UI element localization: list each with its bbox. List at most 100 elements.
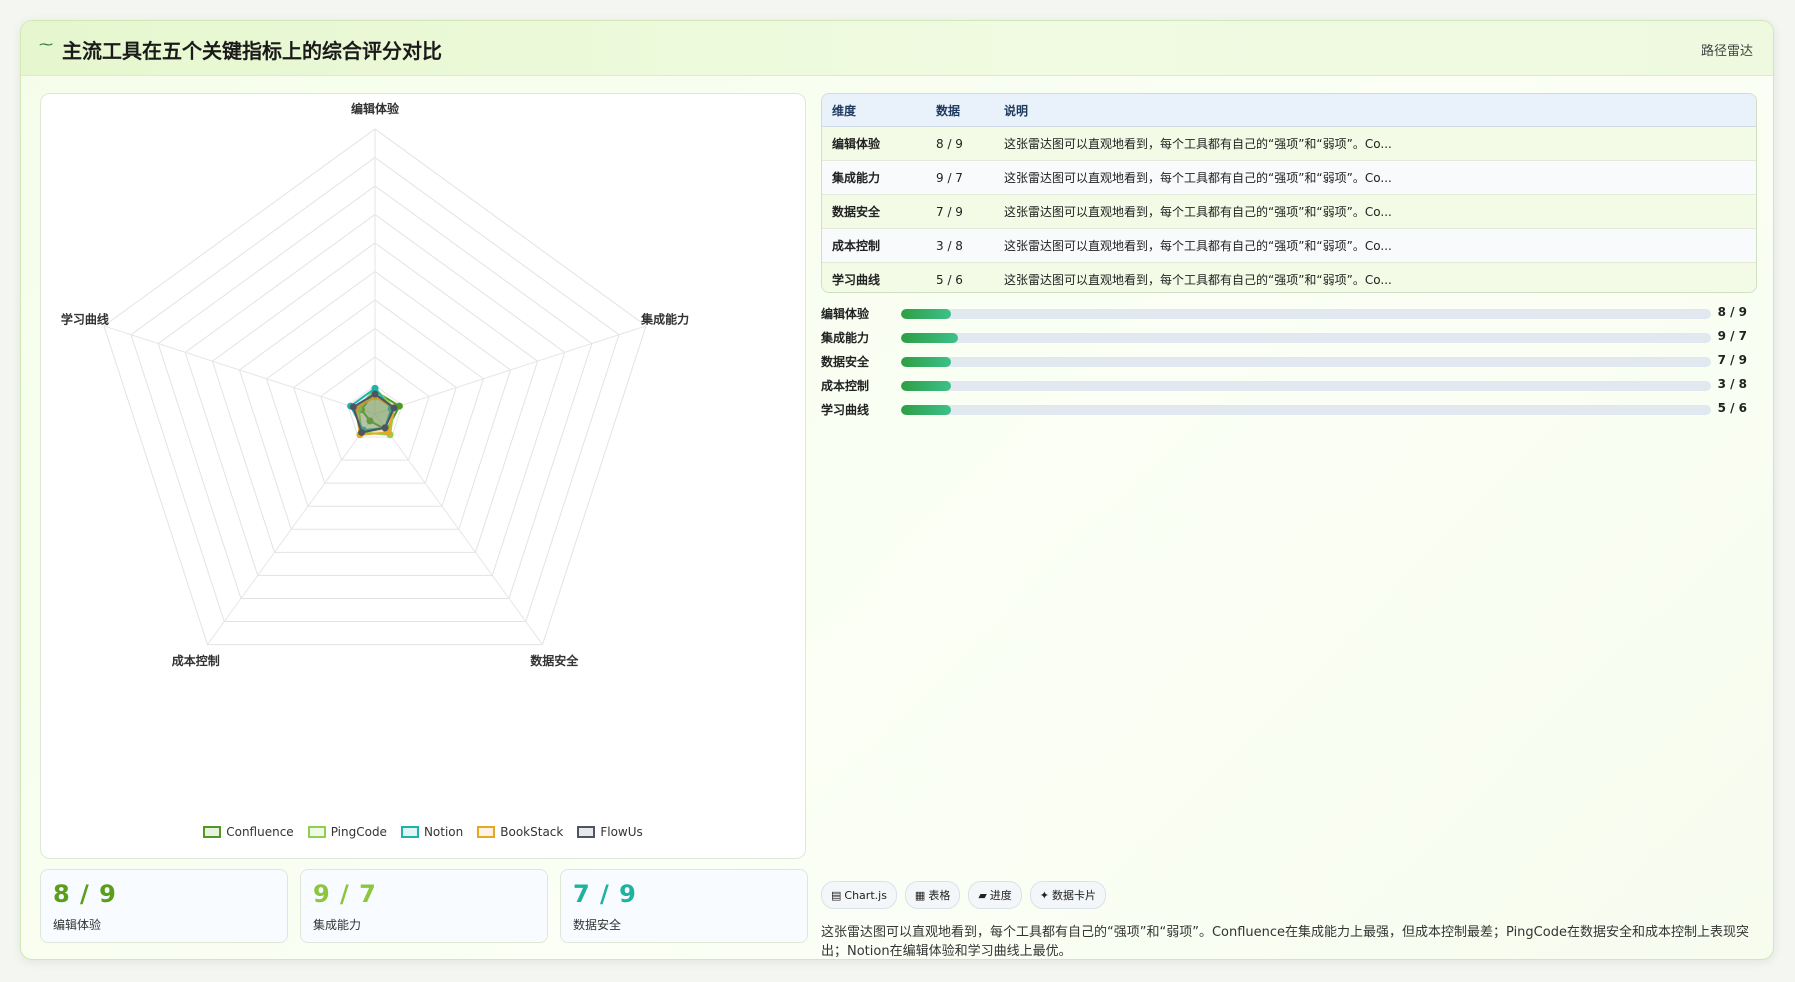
data-point[interactable] xyxy=(349,403,357,411)
stat-card: 8 / 9 编辑体验 xyxy=(40,869,288,943)
data-point[interactable] xyxy=(381,424,389,432)
axis-label: 学习曲线 xyxy=(61,312,109,327)
legend-label: PingCode xyxy=(330,825,387,839)
stat-cards: 8 / 9 编辑体验 9 / 7 集成能力 7 / 9 数据安全 xyxy=(40,869,808,943)
progress-fill xyxy=(901,381,952,391)
cell-data: 8 / 9 xyxy=(926,126,994,161)
chip-progress[interactable]: ▰ 进度 xyxy=(968,881,1022,909)
legend-swatch xyxy=(400,826,419,838)
stat-label: 集成能力 xyxy=(313,918,362,932)
table-row: 数据安全 7 / 9 这张雷达图可以直观地看到，每个工具都有自己的“强项”和“弱项”… xyxy=(822,194,1756,229)
legend-item[interactable]: Confluence xyxy=(203,822,294,842)
table-icon: ▦ xyxy=(914,888,926,902)
legend-label: BookStack xyxy=(500,825,564,839)
wave-icon: ⁓ xyxy=(39,37,53,53)
progress-fill xyxy=(901,357,952,367)
data-point[interactable] xyxy=(390,404,398,412)
legend-swatch xyxy=(307,826,326,838)
stat-label: 数据安全 xyxy=(573,918,622,932)
axis-label: 编辑体验 xyxy=(350,101,400,116)
legend-item[interactable]: FlowUs xyxy=(577,822,643,842)
stat-card: 7 / 9 数据安全 xyxy=(560,869,808,943)
chip-label: 进度 xyxy=(989,889,1012,902)
progress-value: 3 / 8 xyxy=(1717,377,1747,391)
progress-value: 5 / 6 xyxy=(1717,401,1747,415)
progress-fill xyxy=(901,405,952,415)
cell-data: 5 / 6 xyxy=(926,262,994,292)
chip-label: 数据卡片 xyxy=(1052,889,1097,902)
table-row: 成本控制 3 / 8 这张雷达图可以直观地看到，每个工具都有自己的“强项”和“弱项”… xyxy=(822,228,1756,263)
progress-row: 数据安全 7 / 9 xyxy=(821,351,1755,375)
progress-icon: ▰ xyxy=(978,888,987,902)
cell-description: 这张雷达图可以直观地看到，每个工具都有自己的“强项”和“弱项”。Co... xyxy=(994,160,1756,195)
cell-dimension: 集成能力 xyxy=(822,160,926,195)
chip-label: 表格 xyxy=(928,889,951,902)
chip-label: Chart.js xyxy=(844,888,887,902)
progress-row: 编辑体验 8 / 9 xyxy=(821,303,1755,327)
progress-fill xyxy=(901,333,958,343)
stat-value: 7 / 9 xyxy=(573,880,637,908)
chip-card[interactable]: ✦ 数据卡片 xyxy=(1029,881,1107,909)
header: ⁓ 主流工具在五个关键指标上的综合评分对比 路径雷达 xyxy=(21,21,1773,76)
summary-note: 这张雷达图可以直观地看到，每个工具都有自己的“强项”和“弱项”。Confluen… xyxy=(821,925,1749,959)
stat-value: 9 / 7 xyxy=(313,880,377,908)
legend-label: FlowUs xyxy=(600,825,643,839)
cell-description: 这张雷达图可以直观地看到，每个工具都有自己的“强项”和“弱项”。Co... xyxy=(994,194,1756,229)
chip-chart[interactable]: ▤ Chart.js xyxy=(821,881,897,909)
cell-data: 3 / 8 xyxy=(926,228,994,263)
chip-table[interactable]: ▦ 表格 xyxy=(904,881,961,909)
data-table: 维度 数据 说明 编辑体验 8 / 9 这张雷达图可以直观地看到，每个工具都有自己的… xyxy=(821,93,1757,293)
data-point[interactable] xyxy=(371,390,379,398)
legend-label: Notion xyxy=(423,825,464,839)
stat-card: 9 / 7 集成能力 xyxy=(300,869,548,943)
progress-fill xyxy=(901,309,952,319)
table-row: 编辑体验 8 / 9 这张雷达图可以直观地看到，每个工具都有自己的“强项”和“弱项”… xyxy=(822,126,1756,161)
progress-row: 集成能力 9 / 7 xyxy=(821,327,1755,351)
chart-type-label: 路径雷达 xyxy=(1700,44,1753,59)
legend-label: Confluence xyxy=(226,825,294,839)
cell-data: 7 / 9 xyxy=(926,194,994,229)
progress-track xyxy=(901,405,1711,415)
progress-list: 编辑体验 8 / 9 集成能力 9 / 7 数据安全 7 / 9 成本控制 3 / 8 学习曲线… xyxy=(821,303,1755,423)
radar-chart: 编辑体验集成能力数据安全 成本控制 学习曲线 xyxy=(61,101,689,668)
cell-description: 这张雷达图可以直观地看到，每个工具都有自己的“强项”和“弱项”。Co... xyxy=(994,262,1756,292)
legend-item[interactable]: PingCode xyxy=(307,822,387,842)
legend-item[interactable]: Notion xyxy=(400,822,464,842)
cell-description: 这张雷达图可以直观地看到，每个工具都有自己的“强项”和“弱项”。Co... xyxy=(994,228,1756,263)
progress-row: 学习曲线 5 / 6 xyxy=(821,399,1755,423)
cell-dimension: 成本控制 xyxy=(822,228,926,263)
radar-chart-panel: 编辑体验 集成能力 数据安全 成本控制 学习曲线 Confluence PingCode N… xyxy=(40,93,806,859)
column-header-description: 说明 xyxy=(994,94,1756,127)
progress-track xyxy=(901,357,1711,367)
stat-label: 编辑体验 xyxy=(53,918,102,932)
cell-data: 9 / 7 xyxy=(926,160,994,195)
legend-swatch xyxy=(203,826,222,838)
progress-label: 成本控制 xyxy=(821,379,870,393)
legend-swatch xyxy=(577,826,596,838)
chart-legend: Confluence PingCode Notion BookStack FlowUs xyxy=(41,822,805,842)
table-row: 集成能力 9 / 7 这张雷达图可以直观地看到，每个工具都有自己的“强项”和“弱项”… xyxy=(822,160,1756,195)
cell-dimension: 编辑体验 xyxy=(822,126,926,161)
card-icon: ✦ xyxy=(1039,888,1050,902)
table-row: 学习曲线 5 / 6 这张雷达图可以直观地看到，每个工具都有自己的“强项”和“弱项”… xyxy=(822,262,1756,292)
progress-label: 数据安全 xyxy=(821,355,870,369)
dashboard-card: ⁓ 主流工具在五个关键指标上的综合评分对比 路径雷达 编辑体验 集成能力 数据安全成… xyxy=(20,20,1774,960)
cell-description: 这张雷达图可以直观地看到，每个工具都有自己的“强项”和“弱项”。Co... xyxy=(994,126,1756,161)
progress-label: 学习曲线 xyxy=(821,403,870,417)
table-header-row: 维度 数据 说明 xyxy=(822,94,1756,127)
progress-value: 9 / 7 xyxy=(1717,329,1747,343)
legend-item[interactable]: BookStack xyxy=(477,822,563,842)
progress-value: 8 / 9 xyxy=(1717,305,1747,319)
progress-track xyxy=(901,381,1711,391)
view-chips: ▤ Chart.js ▦ 表格 ▰ 进度 ✦ 数据卡片 xyxy=(821,881,1107,909)
progress-track xyxy=(901,333,1711,343)
data-point[interactable] xyxy=(358,428,366,436)
column-header-data: 数据 xyxy=(926,94,994,127)
axis-label: 成本控制 xyxy=(172,653,220,668)
progress-label: 集成能力 xyxy=(821,331,870,345)
axis-line xyxy=(374,325,647,415)
progress-track xyxy=(901,309,1711,319)
axis-label: 数据安全 xyxy=(530,653,579,668)
chart-icon: ▤ xyxy=(831,888,842,902)
column-header-dimension: 维度 xyxy=(822,94,926,127)
